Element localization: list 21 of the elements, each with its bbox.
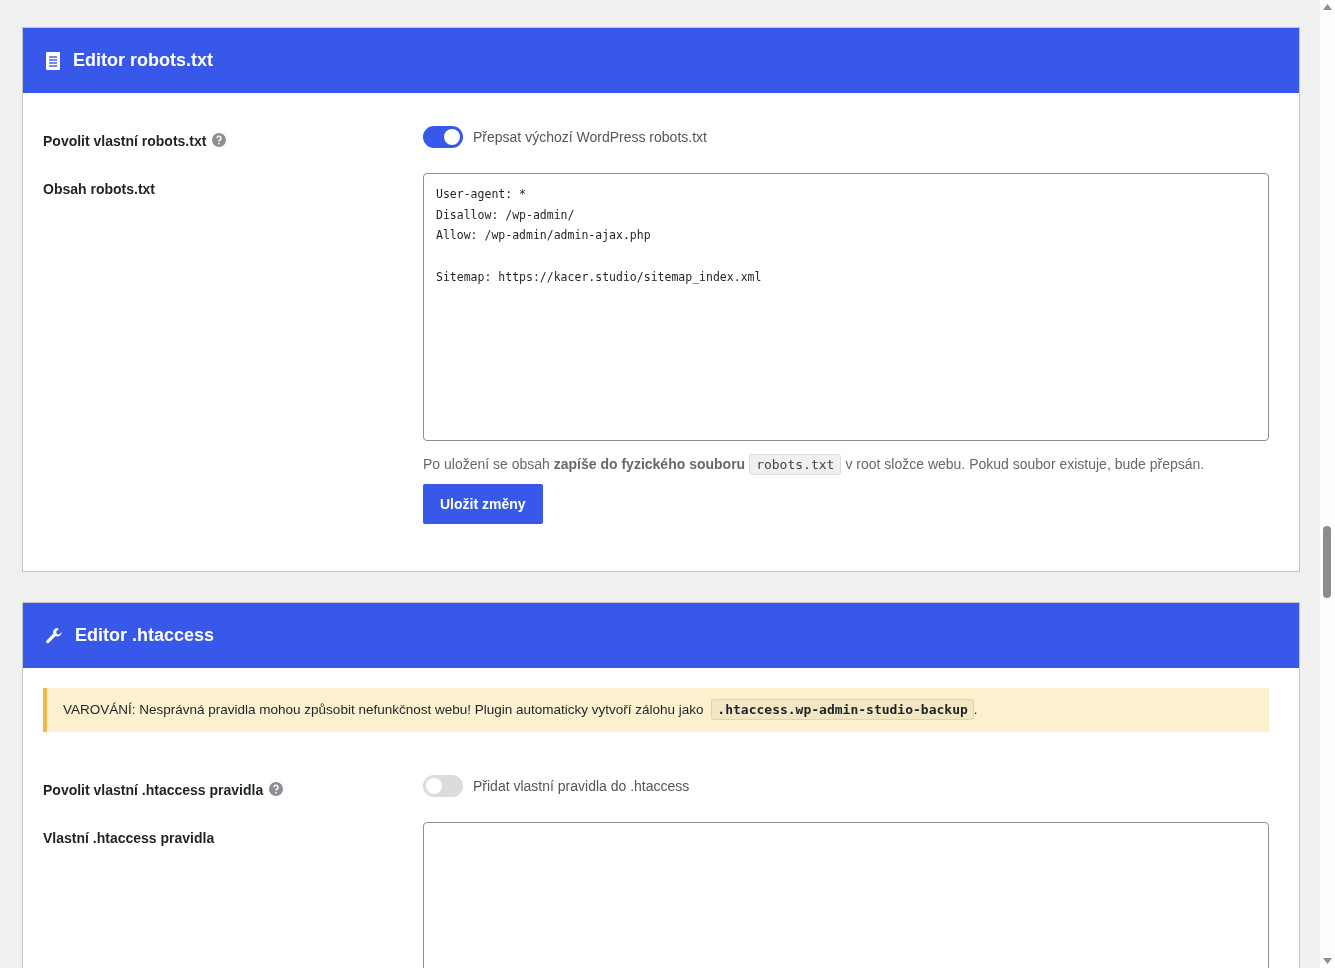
field-label: Povolit vlastní .htaccess pravidla <box>43 782 264 798</box>
field-label: Povolit vlastní robots.txt <box>43 133 207 149</box>
wrench-icon <box>45 626 63 645</box>
field-label: Obsah robots.txt <box>43 181 155 197</box>
help-icon[interactable] <box>269 782 284 796</box>
save-button[interactable]: Uložit změny <box>423 484 543 524</box>
card-title: Editor robots.txt <box>73 50 213 71</box>
document-icon <box>45 51 61 70</box>
scroll-thumb[interactable] <box>1323 526 1331 598</box>
toggle-label: Přidat vlastní pravidla do .htaccess <box>473 778 690 794</box>
card-title: Editor .htaccess <box>75 625 215 646</box>
toggle-switch[interactable] <box>423 126 463 148</box>
toggle-switch[interactable] <box>423 775 463 797</box>
toggle-label: Přepsat výchozí WordPress robots.txt <box>473 129 707 145</box>
help-icon[interactable] <box>212 133 227 147</box>
scroll-up-icon[interactable] <box>1323 4 1332 10</box>
help-text: Po uložení se obsah zapíše do fyzického souboru robots.txt v root složce webu. Pokud soubor existuje, bude přepsán. <box>423 453 1269 476</box>
field-label: Vlastní .htaccess pravidla <box>43 830 215 846</box>
warning-message: VAROVÁNÍ: Nesprávná pravidla mohou způsobit nefunkčnost webu! Plugin automaticky vytvoří zálohu jako .htaccess.wp-admin-studio-backup . <box>43 688 1269 732</box>
code-editor[interactable]: User-agent: * Disallow: /wp-admin/ Allow: /wp-admin/admin-ajax.php Sitemap: https://kacer.studio/sitemap_index.xml <box>423 173 1269 441</box>
scroll-down-icon[interactable] <box>1323 958 1332 964</box>
